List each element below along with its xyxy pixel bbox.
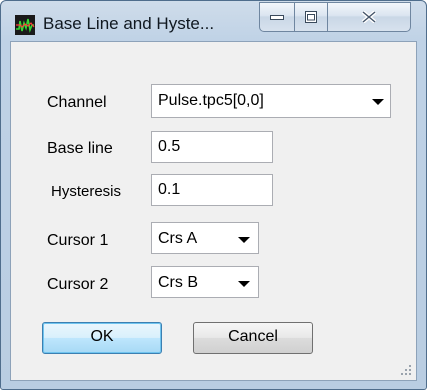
cursor1-select[interactable]: Crs A [151,222,259,254]
minimize-button[interactable] [259,2,295,32]
baseline-label: Base line [47,140,113,157]
window-title: Base Line and Hyste... [43,14,215,33]
maximize-icon [305,11,317,23]
chevron-down-icon [238,237,250,243]
cursor1-label: Cursor 1 [47,232,109,249]
chevron-down-icon [238,281,250,287]
minimize-icon [270,15,284,20]
cancel-button[interactable]: Cancel [193,322,313,354]
cursor2-label: Cursor 2 [47,276,109,293]
channel-select[interactable]: Pulse.tpc5[0,0] [151,84,391,118]
cursor1-select-value: Crs A [158,230,198,247]
cursor2-select[interactable]: Crs B [151,266,259,298]
chevron-down-icon [372,99,384,105]
resize-grip-icon[interactable] [400,364,412,376]
baseline-input[interactable]: 0.5 [151,131,273,163]
dialog-window: Base Line and Hyste... Channel Pulse.tpc… [0,0,427,390]
cursor2-select-value: Crs B [158,274,198,291]
maximize-button[interactable] [294,2,328,32]
hysteresis-label: Hysteresis [51,183,122,200]
close-button[interactable] [327,2,411,32]
channel-select-value: Pulse.tpc5[0,0] [158,92,264,109]
close-icon [362,11,376,23]
dialog-client-area: Channel Pulse.tpc5[0,0] Base line 0.5 Hy… [10,41,417,381]
hysteresis-input[interactable]: 0.1 [151,174,273,206]
title-bar[interactable]: Base Line and Hyste... [1,1,426,41]
ok-button[interactable]: OK [42,322,162,354]
waveform-app-icon [15,15,35,35]
channel-label: Channel [47,94,107,111]
